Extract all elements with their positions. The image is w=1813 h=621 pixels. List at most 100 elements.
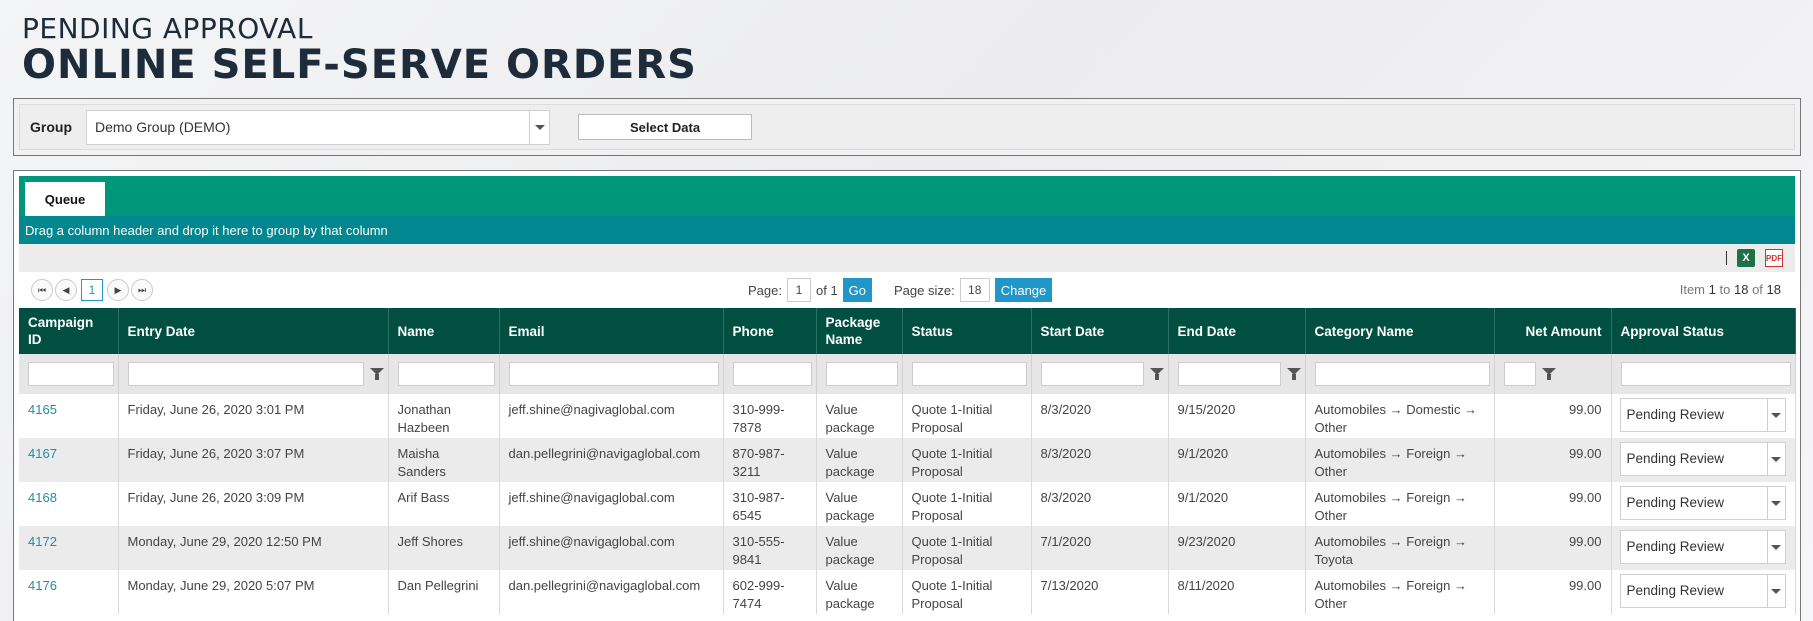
- table-row[interactable]: 4172 Monday, June 29, 2020 12:50 PM Jeff S…: [19, 526, 1796, 570]
- first-page-icon[interactable]: ⏮: [31, 279, 53, 301]
- page-subtitle: PENDING APPROVAL: [22, 12, 313, 45]
- page-header: PENDING APPROVAL ONLINE SELF-SERVE ORDER…: [22, 12, 697, 88]
- select-data-button[interactable]: Select Data: [578, 114, 752, 140]
- column-header[interactable]: Status: [902, 308, 1032, 354]
- filter-input-package-name[interactable]: [825, 362, 898, 386]
- phone-cell: 310-987-6545: [732, 490, 785, 523]
- pager-info-to: 18: [1733, 282, 1749, 297]
- table-row[interactable]: 4167 Friday, June 26, 2020 3:07 PM Maisha …: [19, 438, 1796, 482]
- approval-status-dropdown[interactable]: Pending Review: [1619, 574, 1786, 608]
- filter-icon[interactable]: [1541, 367, 1556, 381]
- table-row[interactable]: 4176 Monday, June 29, 2020 5:07 PM Dan Pel…: [19, 570, 1796, 614]
- pager-info: Item 1 to 18 of 18: [1680, 282, 1781, 297]
- filter-input-approval-status[interactable]: [1620, 362, 1791, 386]
- column-header[interactable]: Start Date: [1031, 308, 1169, 354]
- filter-input-phone[interactable]: [732, 362, 812, 386]
- pager-controls: Page: 1 of 1 Go Page size: 18 Change: [748, 278, 1053, 302]
- category-name-cell: Automobiles → Domestic → Other: [1314, 402, 1478, 435]
- filter-input-category-name[interactable]: [1314, 362, 1490, 386]
- filter-input-end-date[interactable]: [1177, 362, 1281, 386]
- chevron-down-icon[interactable]: [1766, 575, 1785, 607]
- filter-input-name[interactable]: [397, 362, 495, 386]
- column-header[interactable]: Campaign ID: [19, 308, 119, 354]
- go-button[interactable]: Go: [842, 278, 873, 302]
- chevron-down-icon[interactable]: [1766, 399, 1785, 431]
- email-cell: jeff.shine@navigaglobal.com: [508, 490, 675, 505]
- approval-status-value: Pending Review: [1626, 583, 1725, 598]
- approval-status-value: Pending Review: [1626, 451, 1725, 466]
- email-cell: dan.pellegrini@navigaglobal.com: [508, 446, 701, 461]
- prev-page-icon[interactable]: ◀: [55, 279, 77, 301]
- package-name-cell: Value package: [825, 578, 875, 611]
- approval-status-dropdown[interactable]: Pending Review: [1619, 442, 1786, 476]
- last-page-icon[interactable]: ⏭: [131, 279, 153, 301]
- end-date-cell: 9/23/2020: [1177, 534, 1236, 549]
- filter-input-campaign-id[interactable]: [28, 362, 114, 386]
- end-date-cell: 9/15/2020: [1177, 402, 1236, 417]
- filter-input-net-amount[interactable]: [1503, 362, 1536, 386]
- filter-icon[interactable]: [369, 367, 384, 381]
- package-name-cell: Value package: [825, 402, 875, 435]
- chevron-down-icon[interactable]: [1766, 487, 1785, 519]
- column-header[interactable]: Net Amount: [1494, 308, 1612, 354]
- end-date-cell: 9/1/2020: [1177, 490, 1229, 505]
- pager: ⏮ ◀ 1 ▶ ⏭ Page: 1 of 1 Go Page size: 18 …: [19, 272, 1795, 308]
- campaign-id-link[interactable]: 4168: [28, 490, 57, 505]
- name-cell: Jeff Shores: [397, 534, 464, 549]
- toolbar-separator: [1726, 251, 1727, 265]
- column-header[interactable]: Category Name: [1305, 308, 1495, 354]
- approval-status-dropdown[interactable]: Pending Review: [1619, 486, 1786, 520]
- tab-queue[interactable]: Queue: [25, 182, 105, 216]
- table-row[interactable]: 4168 Friday, June 26, 2020 3:09 PM Arif Ba…: [19, 482, 1796, 526]
- page-size-label: Page size:: [894, 282, 955, 298]
- next-page-icon[interactable]: ▶: [107, 279, 129, 301]
- name-cell: Dan Pellegrini: [397, 578, 479, 593]
- email-cell: jeff.shine@navigaglobal.com: [508, 534, 675, 549]
- email-cell: dan.pellegrini@navigaglobal.com: [508, 578, 701, 593]
- page-input[interactable]: 1: [786, 278, 811, 302]
- page-number-current[interactable]: 1: [81, 279, 103, 301]
- pager-nav: ⏮ ◀ 1 ▶ ⏭: [19, 279, 153, 301]
- chevron-down-icon[interactable]: [1766, 531, 1785, 563]
- page-of-label: of 1: [815, 282, 838, 298]
- change-button[interactable]: Change: [994, 278, 1053, 302]
- column-header[interactable]: Package Name: [816, 308, 903, 354]
- status-cell: Quote 1-Initial Proposal: [911, 578, 993, 611]
- excel-export-icon[interactable]: X: [1737, 249, 1755, 267]
- approval-status-dropdown[interactable]: Pending Review: [1619, 530, 1786, 564]
- email-cell: jeff.shine@nagivaglobal.com: [508, 402, 675, 417]
- entry-date-cell: Friday, June 26, 2020 3:01 PM: [127, 402, 305, 417]
- phone-cell: 602-999-7474: [732, 578, 785, 611]
- group-drop-zone[interactable]: Drag a column header and drop it here to…: [19, 216, 1795, 244]
- column-header[interactable]: Name: [388, 308, 500, 354]
- column-header[interactable]: Entry Date: [118, 308, 389, 354]
- approval-status-dropdown[interactable]: Pending Review: [1619, 398, 1786, 432]
- filter-input-entry-date[interactable]: [127, 362, 364, 386]
- chevron-down-icon[interactable]: [529, 110, 549, 144]
- campaign-id-link[interactable]: 4167: [28, 446, 57, 461]
- phone-cell: 870-987-3211: [732, 446, 785, 479]
- column-header[interactable]: End Date: [1168, 308, 1306, 354]
- page-title: ONLINE SELF-SERVE ORDERS: [22, 42, 697, 88]
- campaign-id-link[interactable]: 4176: [28, 578, 57, 593]
- column-header[interactable]: Email: [499, 308, 724, 354]
- filter-input-start-date[interactable]: [1040, 362, 1144, 386]
- category-name-cell: Automobiles → Foreign → Other: [1314, 578, 1467, 611]
- group-dropdown[interactable]: Demo Group (DEMO): [86, 109, 550, 145]
- column-header[interactable]: Phone: [723, 308, 817, 354]
- pager-info-total: 18: [1766, 282, 1781, 297]
- column-header[interactable]: Approval Status: [1611, 308, 1796, 354]
- phone-cell: 310-555-9841: [732, 534, 785, 567]
- campaign-id-link[interactable]: 4172: [28, 534, 57, 549]
- pdf-export-icon[interactable]: PDF: [1765, 249, 1783, 267]
- filter-icon[interactable]: [1149, 367, 1164, 381]
- filter-icon[interactable]: [1286, 367, 1301, 381]
- category-name-cell: Automobiles → Foreign → Toyota: [1314, 534, 1467, 567]
- start-date-cell: 7/1/2020: [1040, 534, 1092, 549]
- chevron-down-icon[interactable]: [1766, 443, 1785, 475]
- filter-input-status[interactable]: [911, 362, 1027, 386]
- filter-input-email[interactable]: [508, 362, 719, 386]
- table-row[interactable]: 4165 Friday, June 26, 2020 3:01 PM Jonatha…: [19, 394, 1796, 438]
- campaign-id-link[interactable]: 4165: [28, 402, 57, 417]
- page-size-input[interactable]: 18: [959, 278, 990, 302]
